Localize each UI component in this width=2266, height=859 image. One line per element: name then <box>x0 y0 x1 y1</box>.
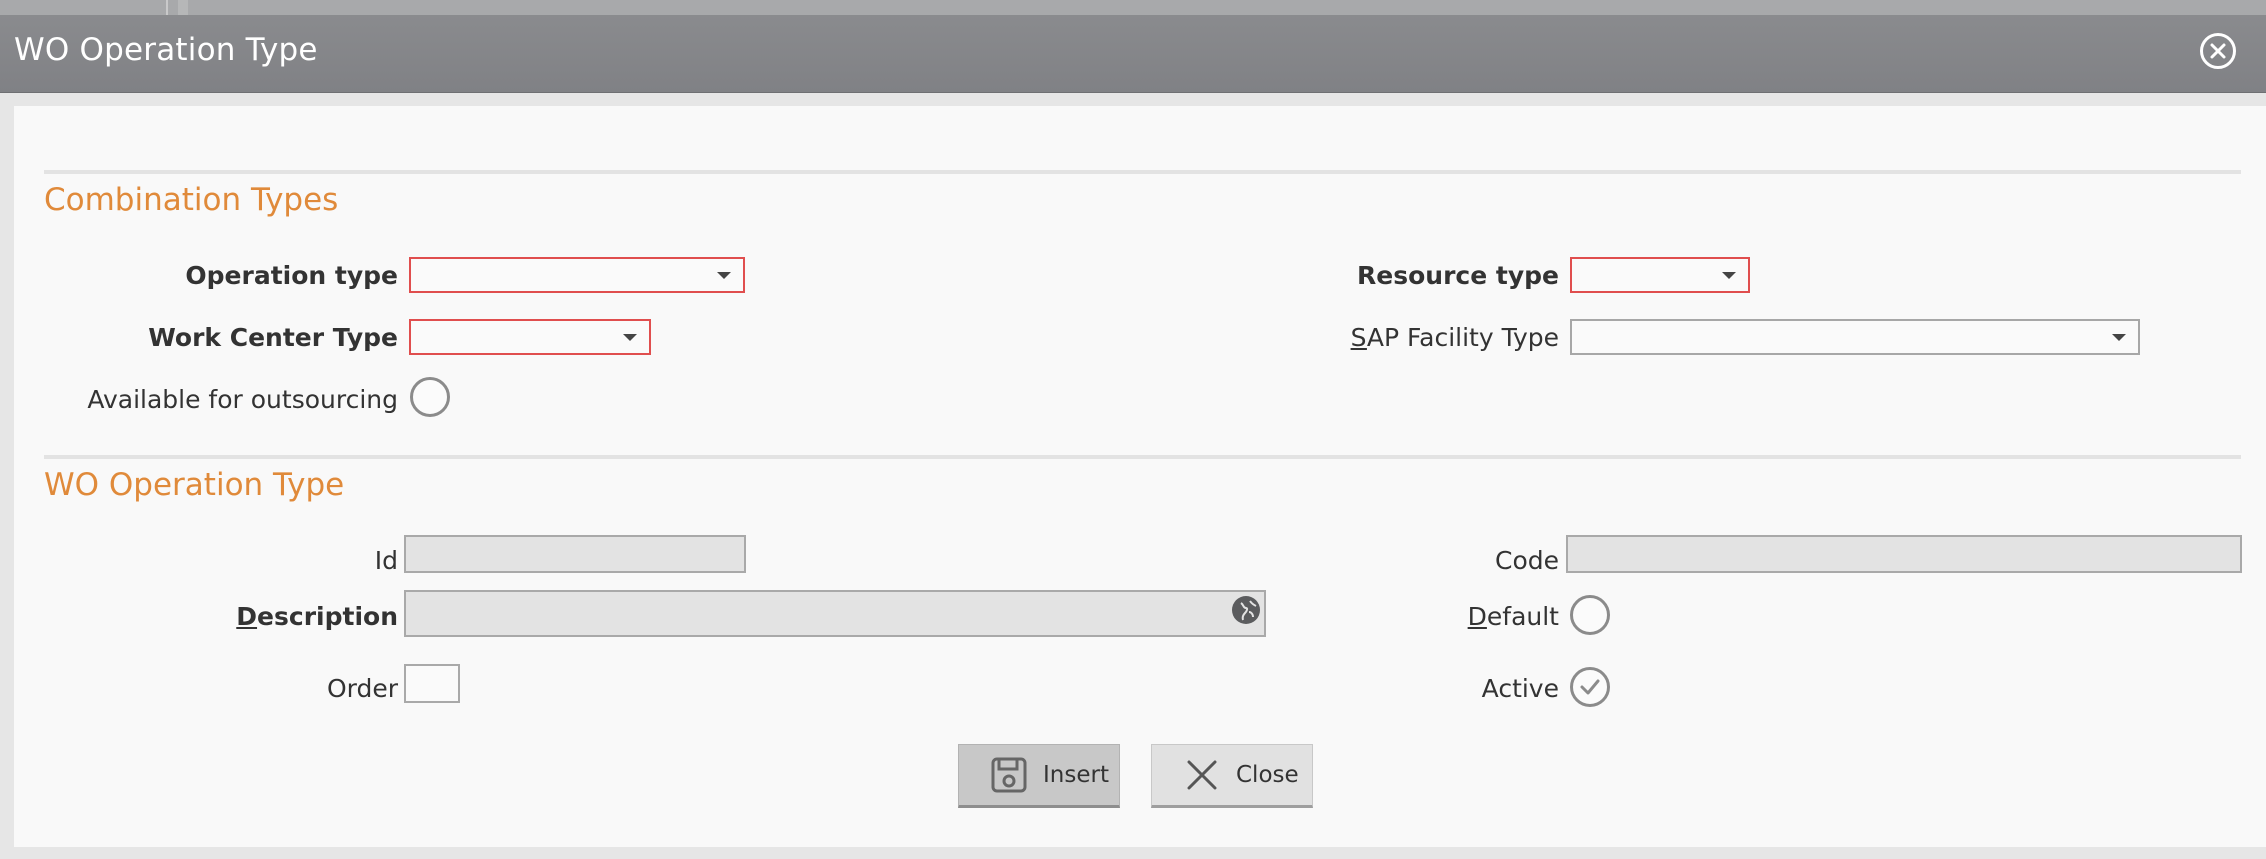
background-divider <box>178 0 188 15</box>
work-center-type-label: Work Center Type <box>148 323 398 352</box>
chevron-down-icon <box>1722 272 1736 279</box>
section-divider <box>44 455 2241 459</box>
code-field <box>1566 535 2242 573</box>
active-label: Active <box>1481 674 1559 703</box>
chevron-down-icon <box>623 334 637 341</box>
order-label: Order <box>326 674 398 703</box>
section-divider <box>44 170 2241 174</box>
description-label: Description <box>236 602 398 631</box>
resource-type-label: Resource type <box>1357 261 1559 290</box>
save-icon <box>989 755 1029 795</box>
access-key-letter: D <box>236 602 258 631</box>
background-divider <box>166 0 168 15</box>
work-center-type-select[interactable] <box>409 319 651 355</box>
label-text: efault <box>1486 602 1559 631</box>
sap-facility-type-label: SAP Facility Type <box>1351 323 1559 352</box>
order-field[interactable] <box>404 664 460 703</box>
close-icon <box>1182 755 1222 795</box>
close-button-label: Close <box>1236 762 1299 788</box>
available-outsourcing-toggle[interactable] <box>410 377 450 417</box>
available-outsourcing-label: Available for outsourcing <box>87 385 398 414</box>
id-label: Id <box>374 546 398 575</box>
id-field <box>404 535 746 573</box>
section-title-wo-operation-type: WO Operation Type <box>44 467 345 503</box>
chevron-down-icon <box>717 272 731 279</box>
dialog: WO Operation Type Combination Types Oper… <box>0 15 2266 859</box>
sap-facility-type-select[interactable] <box>1570 319 2140 355</box>
default-label: Default <box>1468 602 1559 631</box>
access-key-letter: D <box>1467 602 1487 631</box>
check-icon <box>1580 679 1600 695</box>
section-title-combination-types: Combination Types <box>44 182 339 218</box>
code-label: Code <box>1494 546 1559 575</box>
label-text: escription <box>257 602 398 631</box>
background-strip <box>0 0 2266 15</box>
close-button[interactable]: Close <box>1151 744 1313 808</box>
description-field <box>404 590 1266 637</box>
dialog-title: WO Operation Type <box>14 32 318 68</box>
default-toggle[interactable] <box>1570 595 1610 635</box>
operation-type-label: Operation type <box>185 261 398 290</box>
active-toggle[interactable] <box>1570 667 1610 707</box>
close-icon[interactable] <box>2200 33 2236 69</box>
label-text: AP Facility Type <box>1366 323 1559 352</box>
access-key-letter: S <box>1350 323 1367 352</box>
operation-type-select[interactable] <box>409 257 745 293</box>
chevron-down-icon <box>2112 334 2126 341</box>
globe-icon[interactable] <box>1232 596 1260 624</box>
insert-button-label: Insert <box>1043 762 1109 788</box>
insert-button[interactable]: Insert <box>958 744 1120 808</box>
resource-type-select[interactable] <box>1570 257 1750 293</box>
dialog-titlebar: WO Operation Type <box>0 15 2266 93</box>
form-panel: Combination Types Operation type Resourc… <box>14 106 2266 847</box>
